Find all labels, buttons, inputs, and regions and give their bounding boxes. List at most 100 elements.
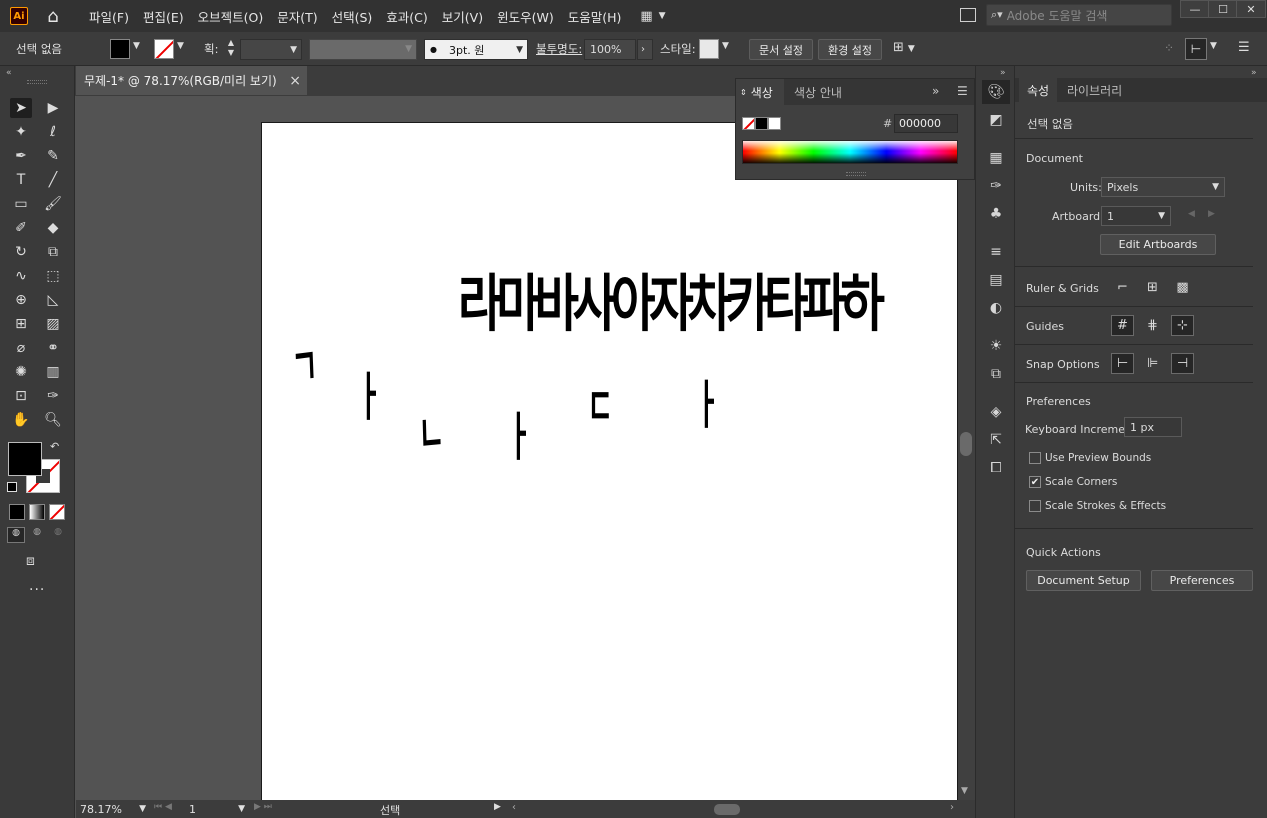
align-options-icon[interactable]: ⊞ ▼ xyxy=(893,40,915,55)
curvature-tool-icon[interactable]: ✎ xyxy=(42,146,64,166)
menu-type[interactable]: 문자(T) xyxy=(270,7,324,26)
type-tool-icon[interactable]: T xyxy=(10,170,32,190)
direct-selection-tool-icon[interactable]: ▶ xyxy=(42,98,64,118)
symbol-sprayer-tool-icon[interactable]: ✺ xyxy=(10,362,32,382)
tab-libraries[interactable]: 라이브러리 xyxy=(1067,82,1122,99)
mesh-tool-icon[interactable]: ⊞ xyxy=(10,314,32,334)
use-preview-bounds-box[interactable] xyxy=(1029,452,1041,464)
swap-fill-stroke-icon[interactable]: ↶ xyxy=(50,440,59,453)
help-search-input[interactable]: ⌕▾ Adobe 도움말 검색 xyxy=(986,4,1172,26)
slice-tool-icon[interactable]: ✑ xyxy=(42,386,64,406)
opacity-expand-button[interactable]: › xyxy=(637,39,653,60)
scale-corners-checkbox[interactable]: ✔ Scale Corners xyxy=(1029,476,1117,488)
opacity-label[interactable]: 불투명도: xyxy=(536,41,582,57)
snap-to-point-icon[interactable]: ⊢ xyxy=(1111,353,1134,374)
screen-mode-icon[interactable]: ⧈ xyxy=(26,553,35,569)
stroke-weight-stepper[interactable]: ▲ ▼ xyxy=(224,38,238,60)
color-guide-tab[interactable]: 색상 안내 xyxy=(794,84,842,101)
draw-inside-icon[interactable]: ◍ xyxy=(49,527,67,543)
line-tool-icon[interactable]: ╱ xyxy=(42,170,64,190)
close-window-button[interactable]: ✕ xyxy=(1236,0,1266,18)
lock-guides-icon[interactable]: ⋕ xyxy=(1141,315,1164,336)
eraser-tool-icon[interactable]: ◆ xyxy=(42,218,64,238)
use-preview-bounds-checkbox[interactable]: Use Preview Bounds xyxy=(1029,452,1151,464)
menu-effect[interactable]: 효과(C) xyxy=(379,7,434,26)
workspace-switcher-icon[interactable]: ▦ ▼ xyxy=(640,9,665,24)
transparency-grid-icon[interactable]: ▩ xyxy=(1171,277,1194,298)
close-tab-icon[interactable]: × xyxy=(289,73,301,89)
units-dropdown[interactable]: Pixels ▼ xyxy=(1101,177,1225,197)
rotate-tool-icon[interactable]: ↻ xyxy=(10,242,32,262)
menu-file[interactable]: 파일(F) xyxy=(82,7,136,26)
document-setup-button[interactable]: 문서 설정 xyxy=(749,39,813,60)
paintbrush-tool-icon[interactable]: 🖌 xyxy=(42,194,64,214)
minimize-button[interactable]: — xyxy=(1180,0,1210,18)
scale-strokes-checkbox[interactable]: Scale Strokes & Effects xyxy=(1029,500,1166,512)
fill-color-box[interactable] xyxy=(8,442,42,476)
scrollbar-thumb[interactable] xyxy=(960,432,972,456)
color-spectrum[interactable] xyxy=(742,140,958,164)
maximize-button[interactable]: ☐ xyxy=(1208,0,1238,18)
home-icon[interactable]: ⌂ xyxy=(42,5,64,27)
stroke-weight-input[interactable]: ▼ xyxy=(240,39,302,60)
graphic-style-swatch[interactable] xyxy=(699,39,719,59)
hand-tool-icon[interactable]: ✋ xyxy=(10,410,32,430)
symbols-icon[interactable]: ♣ xyxy=(982,202,1010,226)
none-mode-icon[interactable] xyxy=(49,504,65,520)
status-menu-icon[interactable]: ▶ xyxy=(494,802,501,812)
panel-resize-grip[interactable] xyxy=(846,172,866,176)
preferences-props-button[interactable]: Preferences xyxy=(1151,570,1253,591)
edit-toolbar-icon[interactable]: ··· xyxy=(29,582,45,598)
menu-select[interactable]: 선택(S) xyxy=(325,7,380,26)
magic-wand-tool-icon[interactable]: ✦ xyxy=(10,122,32,142)
next-artboard-icon[interactable]: ▶ ⏭ xyxy=(254,802,272,812)
menu-window[interactable]: 윈도우(W) xyxy=(490,7,561,26)
default-colors-icon[interactable] xyxy=(7,482,17,492)
column-graph-tool-icon[interactable]: ▥ xyxy=(42,362,64,382)
first-artboard-icon[interactable]: ⏮ ◀ xyxy=(154,802,172,812)
scale-strokes-box[interactable] xyxy=(1029,500,1041,512)
scroll-down-icon[interactable]: ▼ xyxy=(961,786,968,796)
shape-builder-tool-icon[interactable]: ⊕ xyxy=(10,290,32,310)
variable-width-profile[interactable]: ▼ xyxy=(309,39,417,60)
free-transform-tool-icon[interactable]: ⬚ xyxy=(42,266,64,286)
document-setup-props-button[interactable]: Document Setup xyxy=(1026,570,1141,591)
vertical-scrollbar[interactable]: ▼ xyxy=(958,96,975,800)
panel-grip[interactable] xyxy=(27,80,47,84)
stroke-dropdown-icon[interactable]: ▼ xyxy=(177,41,184,51)
preferences-button[interactable]: 환경 설정 xyxy=(818,39,882,60)
document-tab[interactable]: 무제-1* @ 78.17%(RGB/미리 보기) × xyxy=(76,66,307,95)
zoom-tool-icon[interactable]: 🔍︎ xyxy=(42,410,64,430)
stroke-swatch[interactable] xyxy=(154,39,174,59)
style-dropdown-icon[interactable]: ▼ xyxy=(722,41,729,51)
white-swatch[interactable] xyxy=(768,117,781,130)
rulers-icon[interactable]: ⌐ xyxy=(1111,277,1134,298)
warp-tool-icon[interactable]: ∿ xyxy=(10,266,32,286)
collapse-panel-icon[interactable]: « xyxy=(6,68,12,78)
draw-normal-icon[interactable]: ◍ xyxy=(7,527,25,543)
zoom-level-field[interactable]: 78.17% ▼ xyxy=(80,802,146,816)
snap-dropdown-icon[interactable]: ▼ xyxy=(1210,41,1217,51)
arrange-documents-icon[interactable] xyxy=(960,8,976,22)
artboard-tool-icon[interactable]: ⊡ xyxy=(10,386,32,406)
menu-view[interactable]: 보기(V) xyxy=(435,7,490,26)
show-guides-icon[interactable]: # xyxy=(1111,315,1134,336)
fill-dropdown-icon[interactable]: ▼ xyxy=(133,41,140,51)
arrange-grid-icon[interactable]: ⁘ xyxy=(1164,41,1174,55)
menu-edit[interactable]: 편집(E) xyxy=(136,7,191,26)
pen-tool-icon[interactable]: ✒ xyxy=(10,146,32,166)
panel-menu-icon[interactable]: ☰ xyxy=(957,84,968,98)
appearance-icon[interactable]: ☀ xyxy=(982,334,1010,358)
artboards-icon[interactable]: ⧠ xyxy=(982,456,1010,480)
keyboard-increment-input[interactable]: 1 px xyxy=(1124,417,1182,437)
edit-artboards-button[interactable]: Edit Artboards xyxy=(1100,234,1216,255)
rectangle-tool-icon[interactable]: ▭ xyxy=(10,194,32,214)
snap-to-pixel-icon[interactable]: ⊢ xyxy=(1185,38,1207,60)
gradient-tool-icon[interactable]: ▨ xyxy=(42,314,64,334)
props-collapse-icon[interactable]: » xyxy=(1251,68,1257,78)
canvas-area[interactable]: 라마바사아자차카타파하 ㄱ ㅏ ㄴ ㅏ ㄷ ㅏ xyxy=(76,96,958,800)
fill-swatch[interactable] xyxy=(110,39,130,59)
dock-collapse-icon[interactable]: » xyxy=(1000,68,1006,78)
gradient-mode-icon[interactable] xyxy=(29,504,45,520)
asset-export-icon[interactable]: ⇱ xyxy=(982,428,1010,452)
